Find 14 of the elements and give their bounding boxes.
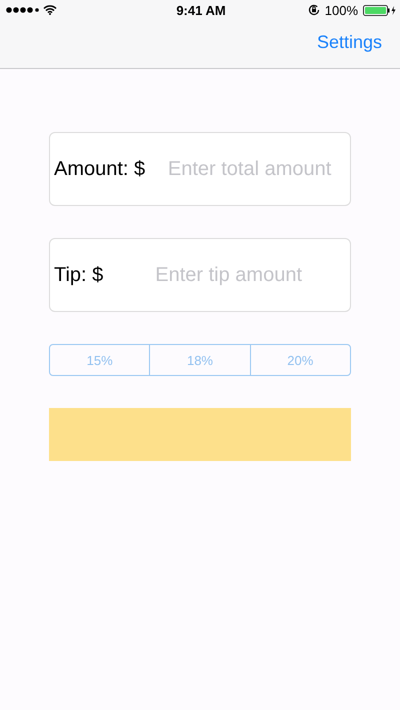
- tip-percent-option[interactable]: 15%: [50, 345, 150, 375]
- status-time: 9:41 AM: [176, 2, 226, 18]
- settings-button[interactable]: Settings: [316, 32, 382, 52]
- field-label: Amount: $: [54, 158, 146, 180]
- signal-icon: [6, 7, 39, 13]
- tip-percent-option[interactable]: 20%: [250, 345, 350, 375]
- rotation-lock-icon: [308, 4, 320, 16]
- battery-percentage: 100%: [324, 2, 358, 18]
- tip-percent-option[interactable]: 18%: [150, 345, 251, 375]
- input-field[interactable]: Enter tip amount: [109, 264, 346, 286]
- input-field[interactable]: Enter total amount: [151, 158, 346, 180]
- battery-icon: [363, 4, 396, 16]
- field-label: Tip: $: [54, 264, 104, 286]
- wifi-icon: [43, 5, 57, 15]
